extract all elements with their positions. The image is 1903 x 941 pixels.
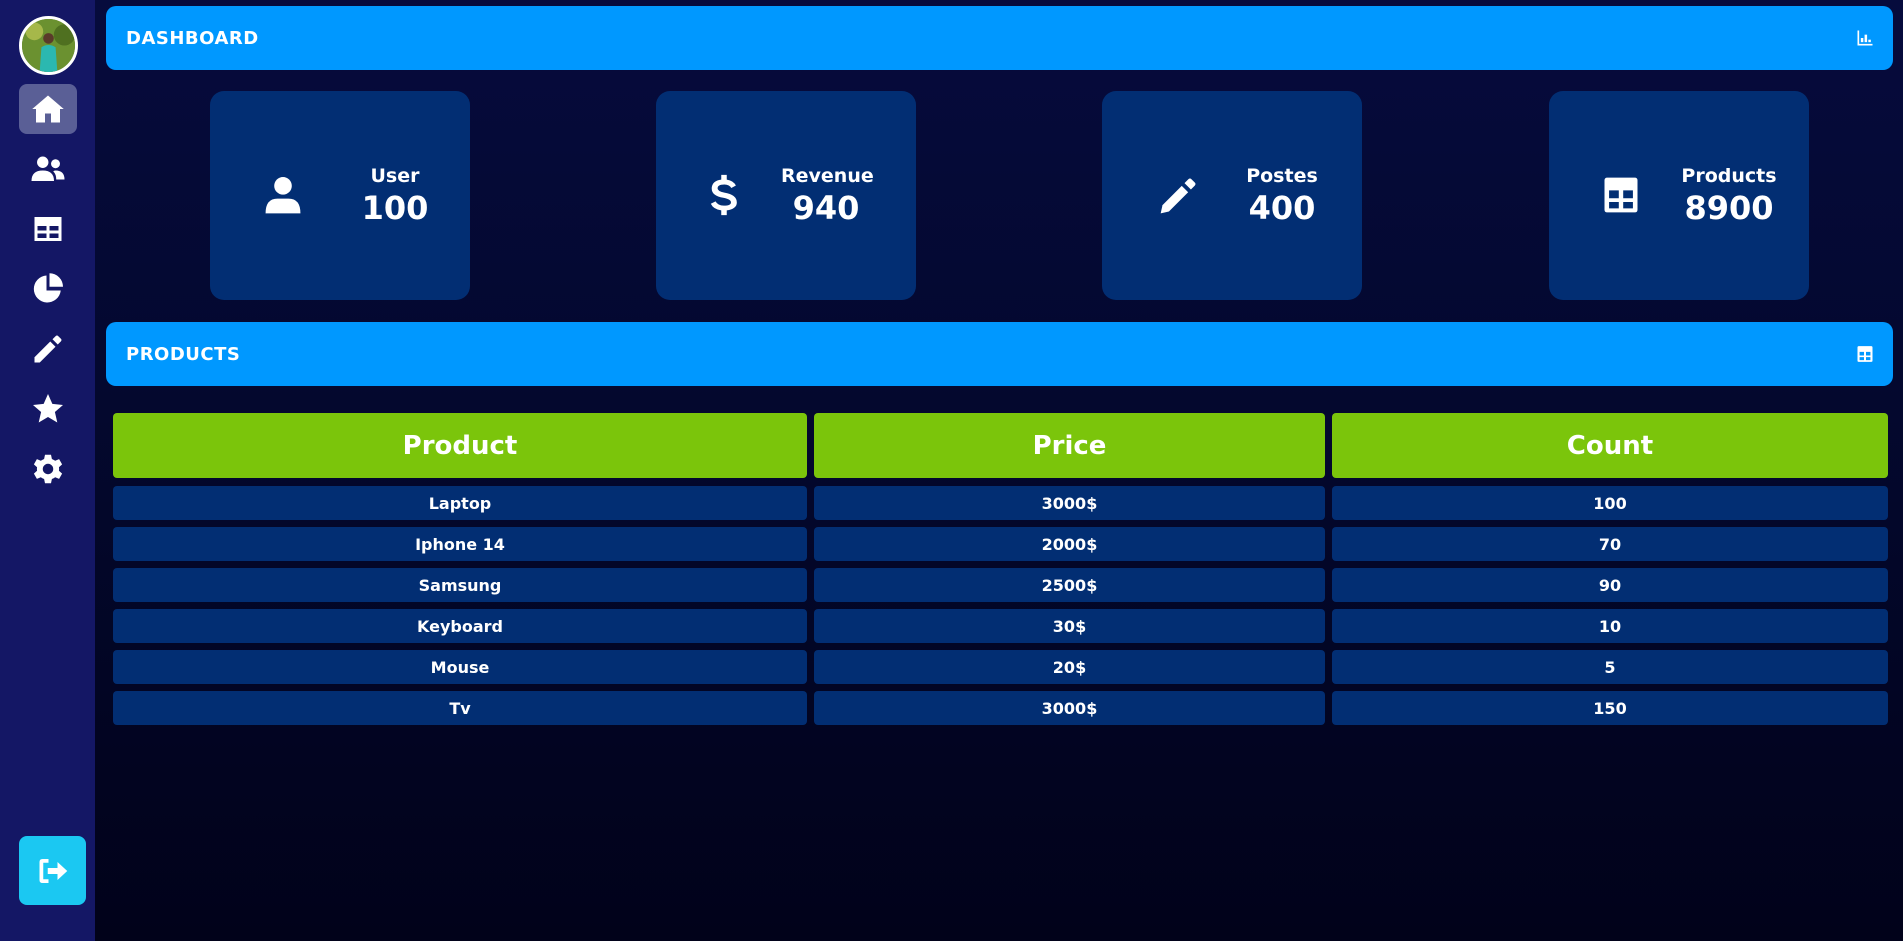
- stat-card-user: User 100: [210, 91, 470, 300]
- stat-card-products: Products 8900: [1549, 91, 1809, 300]
- table-icon[interactable]: [1855, 344, 1875, 364]
- table-header-row: Product Price Count: [113, 413, 1888, 478]
- pencil-icon: [34, 335, 62, 363]
- dashboard-title: DASHBOARD: [126, 27, 259, 49]
- cell-price: 30$: [814, 609, 1325, 643]
- cell-product: Keyboard: [113, 609, 807, 643]
- cell-price: 3000$: [814, 691, 1325, 725]
- cell-count: 5: [1332, 650, 1888, 684]
- stat-value: 8900: [1684, 189, 1774, 227]
- stat-label: Postes: [1246, 165, 1318, 187]
- stat-value: 940: [792, 189, 860, 227]
- products-header: PRODUCTS: [106, 322, 1893, 386]
- table-row[interactable]: Mouse 20$ 5: [113, 650, 1888, 684]
- stat-value: 100: [361, 189, 429, 227]
- cell-product: Iphone 14: [113, 527, 807, 561]
- nav-charts[interactable]: [19, 264, 77, 314]
- user-icon: [259, 171, 307, 219]
- nav-users[interactable]: [19, 144, 77, 194]
- nav-posts[interactable]: [19, 324, 77, 374]
- cell-count: 10: [1332, 609, 1888, 643]
- table-icon: [34, 217, 62, 241]
- gear-icon: [33, 454, 63, 484]
- stat-label: Products: [1681, 165, 1777, 187]
- products-table: Product Price Count Laptop 3000$ 100 Iph…: [113, 413, 1888, 732]
- table-icon: [1597, 171, 1645, 219]
- cell-price: 3000$: [814, 486, 1325, 520]
- star-icon: [33, 394, 63, 423]
- home-icon: [32, 95, 64, 123]
- nav-settings[interactable]: [19, 444, 77, 494]
- dashboard-header: DASHBOARD: [106, 6, 1893, 70]
- table-row[interactable]: Tv 3000$ 150: [113, 691, 1888, 725]
- cell-count: 150: [1332, 691, 1888, 725]
- table-row[interactable]: Iphone 14 2000$ 70: [113, 527, 1888, 561]
- stat-label: Revenue: [781, 165, 874, 187]
- stat-card-revenue: Revenue 940: [656, 91, 916, 300]
- pie-chart-icon: [33, 273, 63, 303]
- nav-home[interactable]: [19, 84, 77, 134]
- stat-card-posts: Postes 400: [1102, 91, 1362, 300]
- dollar-icon: [700, 171, 748, 219]
- sidebar: [0, 0, 95, 941]
- column-header-product[interactable]: Product: [113, 413, 807, 478]
- logout-icon: [39, 858, 67, 883]
- column-header-count[interactable]: Count: [1332, 413, 1888, 478]
- stat-label: User: [370, 165, 420, 187]
- table-row[interactable]: Laptop 3000$ 100: [113, 486, 1888, 520]
- nav-tables[interactable]: [19, 204, 77, 254]
- bar-chart-icon[interactable]: [1855, 28, 1875, 48]
- cell-price: 20$: [814, 650, 1325, 684]
- cell-product: Laptop: [113, 486, 807, 520]
- products-title: PRODUCTS: [126, 343, 241, 365]
- stat-value: 400: [1248, 189, 1316, 227]
- users-icon: [31, 156, 65, 181]
- table-row[interactable]: Samsung 2500$ 90: [113, 568, 1888, 602]
- cell-price: 2000$: [814, 527, 1325, 561]
- cell-product: Samsung: [113, 568, 807, 602]
- cell-count: 90: [1332, 568, 1888, 602]
- cell-price: 2500$: [814, 568, 1325, 602]
- cell-product: Mouse: [113, 650, 807, 684]
- column-header-price[interactable]: Price: [814, 413, 1325, 478]
- pencil-icon: [1155, 171, 1203, 219]
- cell-count: 100: [1332, 486, 1888, 520]
- logout-button[interactable]: [19, 836, 86, 905]
- cell-count: 70: [1332, 527, 1888, 561]
- cell-product: Tv: [113, 691, 807, 725]
- table-row[interactable]: Keyboard 30$ 10: [113, 609, 1888, 643]
- user-avatar[interactable]: [19, 16, 78, 75]
- nav-favorites[interactable]: [19, 384, 77, 434]
